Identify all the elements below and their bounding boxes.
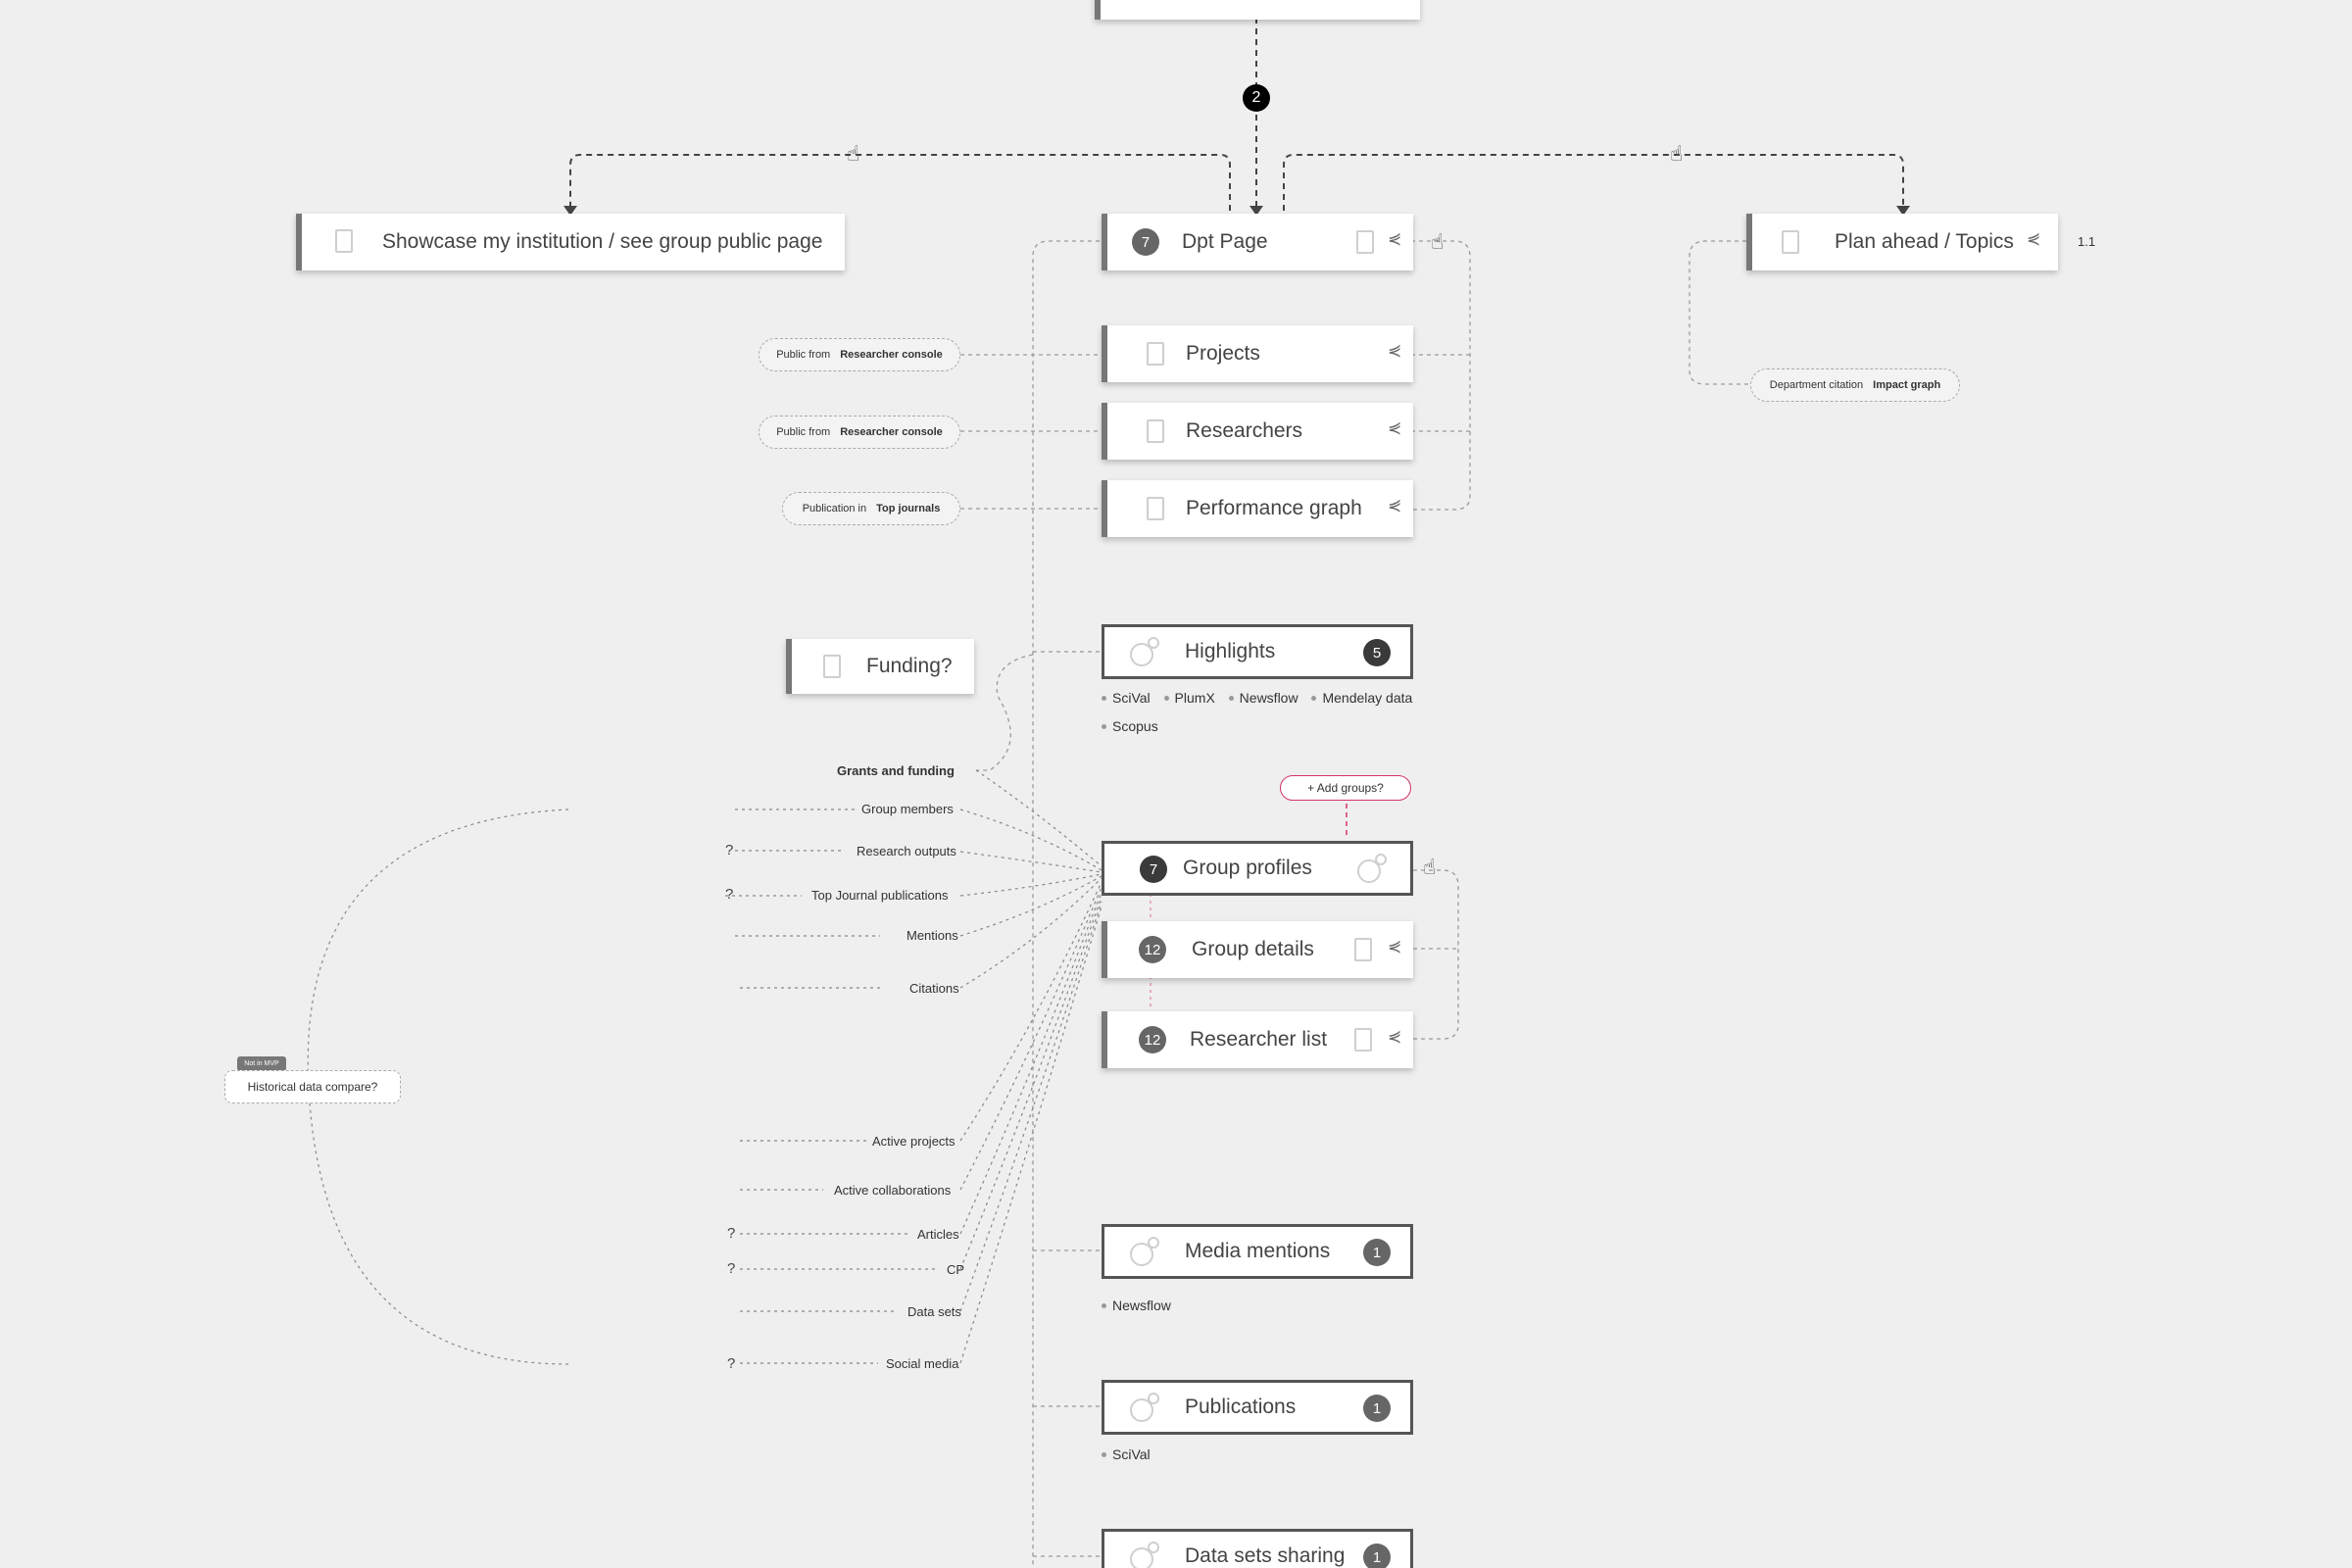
share-icon[interactable]: ⋞ [1388, 418, 1401, 438]
count-badge: 7 [1132, 228, 1159, 256]
source-pill: Public from Researcher console [759, 416, 960, 449]
source-pill: Department citation Impact graph [1750, 368, 1960, 402]
highlights-sources: SciVal PlumX Newsflow Mendelay data Scop… [1102, 684, 1435, 741]
card-label: Media mentions [1185, 1240, 1331, 1262]
metric-label: Citations [909, 981, 959, 996]
group-profiles-card[interactable]: 7 Group profiles [1102, 841, 1413, 896]
parent-card[interactable] [1095, 0, 1420, 20]
card-label: Projects [1186, 342, 1260, 365]
media-sources: Newsflow [1102, 1292, 1181, 1320]
researchers-card[interactable]: Researchers ⋞ [1102, 403, 1413, 460]
group-details-card[interactable]: 12 Group details ⋞ [1102, 921, 1413, 978]
question-mark: ? [725, 886, 734, 903]
document-icon [1147, 419, 1164, 443]
document-icon [1147, 497, 1164, 520]
highlights-card[interactable]: Highlights 5 [1102, 624, 1413, 679]
document-icon [1147, 342, 1164, 366]
grants-funding-label: Grants and funding [837, 763, 955, 778]
metric-label: Data sets [907, 1304, 961, 1319]
showcase-card[interactable]: Showcase my institution / see group publ… [296, 214, 845, 270]
card-label: Data sets sharing [1185, 1544, 1346, 1567]
publications-card[interactable]: Publications 1 [1102, 1380, 1413, 1435]
card-label: Publications [1185, 1396, 1297, 1418]
publications-sources: SciVal [1102, 1441, 1160, 1469]
question-mark: ? [727, 1355, 736, 1372]
metric-label: CP [947, 1262, 965, 1277]
question-mark: ? [727, 1260, 736, 1277]
count-badge: 12 [1139, 936, 1166, 963]
count-badge: 1 [1363, 1239, 1391, 1266]
hand-cursor-icon: ☝ [1423, 855, 1437, 879]
count-badge: 1 [1363, 1544, 1391, 1568]
share-icon[interactable]: ⋞ [1388, 1027, 1401, 1047]
count-badge: 1 [1363, 1395, 1391, 1422]
hand-cursor-icon: ☝ [1670, 141, 1684, 166]
plan-ahead-card[interactable]: Plan ahead / Topics ⋞ [1746, 214, 2058, 270]
card-label: Researchers [1186, 419, 1303, 442]
funding-card[interactable]: Funding? [786, 639, 974, 694]
version-label: 1.1 [2078, 234, 2096, 249]
card-label: Group details [1192, 938, 1314, 960]
metric-label: Social media [886, 1356, 959, 1371]
data-sets-sharing-card[interactable]: Data sets sharing 1 [1102, 1529, 1413, 1568]
document-icon [1354, 938, 1372, 961]
question-mark: ? [725, 842, 734, 858]
metric-label: Mentions [906, 928, 958, 943]
card-label: Group profiles [1183, 857, 1312, 879]
orbit-icon [1357, 854, 1393, 883]
share-icon[interactable]: ⋞ [1388, 937, 1401, 956]
metric-label: Group members [861, 802, 954, 816]
metric-label: Active collaborations [834, 1183, 952, 1198]
count-badge: 5 [1363, 639, 1391, 666]
share-icon[interactable]: ⋞ [1388, 341, 1401, 361]
diagram-canvas: 2 ☝ ☝ ☝ ☝ Showcase my institution / see … [0, 0, 2352, 1568]
not-in-mvp-tag: Not in MVP [237, 1056, 286, 1071]
dpt-page-card[interactable]: 7 Dpt Page ⋞ [1102, 214, 1413, 270]
researcher-list-card[interactable]: 12 Researcher list ⋞ [1102, 1011, 1413, 1068]
document-icon [335, 229, 353, 253]
card-label: Showcase my institution / see group publ… [382, 230, 823, 253]
card-label: Funding? [866, 655, 953, 677]
card-label: Dpt Page [1182, 230, 1268, 253]
count-badge: 7 [1140, 856, 1167, 883]
hand-cursor-icon: ☝ [847, 141, 860, 166]
document-icon [1356, 230, 1374, 254]
orbit-icon [1130, 1393, 1165, 1422]
card-label: Highlights [1185, 640, 1276, 662]
media-mentions-card[interactable]: Media mentions 1 [1102, 1224, 1413, 1279]
orbit-icon [1130, 1542, 1165, 1568]
question-mark: ? [727, 1225, 736, 1242]
share-icon[interactable]: ⋞ [1388, 229, 1401, 249]
source-pill: Publication in Top journals [782, 492, 960, 525]
metric-label: Articles [917, 1227, 959, 1242]
share-icon[interactable]: ⋞ [2027, 229, 2040, 249]
document-icon [1354, 1028, 1372, 1052]
document-icon [1782, 230, 1799, 254]
orbit-icon [1130, 1237, 1165, 1266]
document-icon [823, 655, 841, 678]
source-pill: Public from Researcher console [759, 338, 960, 371]
card-label: Performance graph [1186, 497, 1362, 519]
count-badge: 12 [1139, 1026, 1166, 1054]
projects-card[interactable]: Projects ⋞ [1102, 325, 1413, 382]
step-number-badge: 2 [1243, 84, 1270, 112]
card-label: Plan ahead / Topics [1835, 230, 2014, 253]
hand-cursor-icon: ☝ [1431, 229, 1445, 254]
performance-graph-card[interactable]: Performance graph ⋞ [1102, 480, 1413, 537]
card-label: Researcher list [1190, 1028, 1328, 1051]
metric-label: Top Journal publications [811, 888, 949, 903]
orbit-icon [1130, 637, 1165, 666]
add-groups-button[interactable]: + Add groups? [1280, 775, 1411, 801]
metric-label: Active projects [872, 1134, 956, 1149]
historical-data-node[interactable]: Historical data compare? [224, 1070, 401, 1103]
metric-label: Research outputs [857, 844, 956, 858]
share-icon[interactable]: ⋞ [1388, 496, 1401, 515]
